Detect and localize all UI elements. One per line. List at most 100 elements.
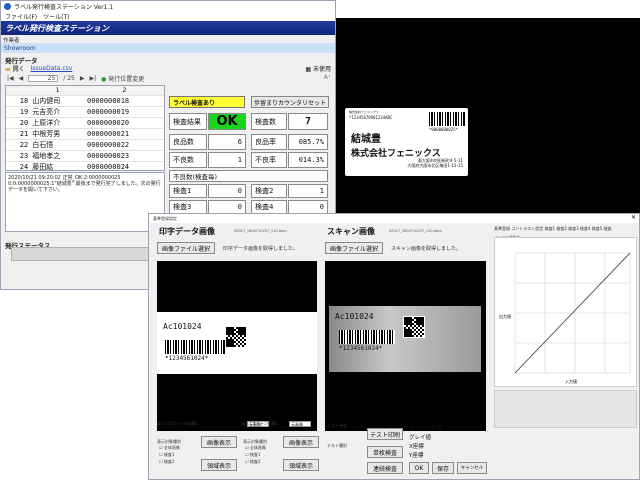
- check1-value: 0: [208, 184, 246, 198]
- graph-params-table[interactable]: [494, 390, 637, 428]
- grid-col-2: 2: [84, 86, 164, 96]
- row-name: 山内健司: [30, 95, 85, 107]
- ok-button[interactable]: OK: [409, 462, 429, 474]
- print-check1-check[interactable]: ☐ 検査1: [159, 452, 174, 458]
- scan-whole-text: 全体画像: [249, 445, 266, 450]
- grid-row[interactable]: 23 福地孝之 0000000023: [6, 150, 164, 162]
- scan-label-code: Ac101024: [335, 312, 374, 321]
- print-area-display-button[interactable]: 領域表示: [201, 459, 237, 471]
- print-image-display-button[interactable]: 画像表示: [201, 436, 237, 448]
- row-number: 22: [14, 139, 31, 151]
- settings-titlebar: 基準登録設定: [149, 214, 639, 223]
- file-name-link[interactable]: IssueData.csv: [31, 65, 73, 72]
- result-ok-badge: OK: [208, 113, 246, 130]
- graph-axis-x: 入力値: [565, 378, 577, 384]
- reset-yield-button[interactable]: 歩留まりカウンタリセット: [251, 96, 329, 108]
- good-label: 良品数: [169, 134, 207, 150]
- menu-file[interactable]: ファイル(F): [5, 12, 37, 21]
- app-banner: ラベル発行検査ステーション: [1, 21, 335, 35]
- change-position-button[interactable]: ● 発行位置変更: [101, 74, 144, 83]
- page-current-input[interactable]: 25: [28, 75, 59, 82]
- page-nav: |◀ ◀ 25 / 25 ▶ ▶| ● 発行位置変更: [1, 74, 335, 83]
- label-barcode: [429, 112, 465, 126]
- grid-row[interactable]: 18 山内健司 0000000018: [6, 95, 164, 107]
- unused-tag: ▦ 未使用: [305, 64, 331, 73]
- tone-curve-graph[interactable]: 入力値 出力値: [494, 237, 637, 387]
- y-coord-label: Y座標: [409, 453, 424, 459]
- good-rate-value: 085.7%: [288, 134, 328, 150]
- graph-tabs[interactable]: 基準登録 コントラスト設定 検査1 検査2 検査3 検査4 検査5 検査: [494, 226, 612, 232]
- tone-curve-svg[interactable]: 入力値 出力値: [495, 238, 638, 388]
- single-check-button[interactable]: 単枚検査: [367, 446, 403, 458]
- row-pointer: [6, 117, 15, 129]
- x-coord-label: X座標: [409, 444, 424, 450]
- print-whole-text: 全体画像: [163, 445, 180, 450]
- gray-value-label: グレイ値: [409, 435, 432, 441]
- scan-image-title: スキャン画像: [327, 227, 375, 236]
- scan-whole-check[interactable]: ☑ 全体画像: [245, 445, 266, 451]
- scan-check2-check[interactable]: ☐ 検査2: [245, 459, 260, 465]
- scan-select-file-button[interactable]: 画像ファイル選択: [325, 242, 383, 254]
- issue-data-grid[interactable]: 1 2 18 山内健司 0000000018 19 元吉亮介 0000000019 20 上原…: [5, 85, 165, 171]
- row-code: 0000000021: [84, 128, 164, 140]
- scan-label-barcode: [339, 330, 395, 344]
- main-window-title: ラベル発行検査ステーション Ver1.1: [14, 4, 114, 11]
- folder-icon: ▬: [5, 65, 11, 73]
- label-company-small: 株式会社フェニックス: [349, 110, 379, 114]
- bad-by-item-label: 不良数(検査毎): [169, 170, 328, 182]
- row-pointer: [6, 128, 15, 140]
- label-name: 結城豊: [351, 134, 381, 145]
- row-code: 0000000020: [84, 117, 164, 129]
- print-check2-text: 検査2: [163, 459, 175, 464]
- count-value: 7: [288, 113, 328, 130]
- row-name: 福地孝之: [30, 150, 85, 162]
- row-name: 白石悟: [30, 139, 85, 151]
- row-pointer: [6, 95, 15, 107]
- page-total: / 25: [63, 75, 75, 82]
- check4-value: 0: [288, 200, 328, 214]
- cancel-button[interactable]: キャンセル: [457, 462, 487, 474]
- app-icon: [4, 3, 11, 10]
- save-button[interactable]: 保存: [432, 462, 454, 474]
- grid-row[interactable]: 24 藤田紘 0000000024: [6, 161, 164, 170]
- row-number: 23: [14, 150, 31, 162]
- grid-row[interactable]: 19 元吉亮介 0000000019: [6, 106, 164, 118]
- settings-window: 基準登録設定 ✕ 印字データ画像 00017_1600710257_110.bm…: [148, 213, 640, 480]
- row-number: 21: [14, 128, 31, 140]
- scan-size-select[interactable]: 元画像: [289, 421, 311, 427]
- change-position-label: 発行位置変更: [108, 76, 145, 83]
- check3-value: 0: [208, 200, 246, 214]
- refresh-icon: ●: [101, 76, 107, 83]
- first-page-icon[interactable]: |◀: [7, 75, 14, 82]
- print-whole-check[interactable]: ☑ 全体画像: [159, 445, 180, 451]
- menu-tools[interactable]: ツール(T): [43, 12, 69, 21]
- print-status-msg: 印字データ画像を取得しました。: [223, 246, 299, 252]
- scan-check1-check[interactable]: ☐ 検査1: [245, 452, 260, 458]
- grid-row[interactable]: 22 白石悟 0000000022: [6, 139, 164, 151]
- continuous-check-button[interactable]: 連続検査: [367, 462, 403, 474]
- last-page-icon[interactable]: ▶|: [89, 75, 96, 82]
- user-field[interactable]: Showroom: [1, 43, 335, 53]
- print-check2-check[interactable]: ☐ 検査2: [159, 459, 174, 465]
- scan-area-display-button[interactable]: 領域表示: [283, 459, 319, 471]
- log-textbox[interactable]: 2020/10/21 09:20:02 正常_OK:2:0000000025 0…: [5, 172, 165, 232]
- check1-label: 検査1: [169, 184, 207, 198]
- print-select-file-button[interactable]: 画像ファイル選択: [157, 242, 215, 254]
- scan-file-name: 00017_1600710257_110.bmp: [389, 229, 442, 233]
- test-print-button[interactable]: テスト印刷: [367, 428, 403, 440]
- test-label: テスト検査: [327, 423, 347, 428]
- grid-row[interactable]: 21 中根芳男 0000000021: [6, 128, 164, 140]
- close-icon[interactable]: ✕: [631, 214, 636, 221]
- row-code: 0000000018: [84, 95, 164, 107]
- open-button[interactable]: ▬ 開く: [5, 64, 25, 73]
- prev-page-icon[interactable]: ◀: [19, 75, 24, 82]
- row-number: 24: [14, 161, 31, 170]
- grid-row[interactable]: 20 上原洋介 0000000020: [6, 117, 164, 129]
- scan-image-display-button[interactable]: 画像表示: [283, 436, 319, 448]
- next-page-icon[interactable]: ▶: [80, 75, 85, 82]
- bad-rate-value: 014.3%: [288, 152, 328, 168]
- settings-window-title: 基準登録設定: [153, 215, 177, 221]
- row-code: 0000000023: [84, 150, 164, 162]
- bad-rate-label: 不良率: [251, 152, 287, 168]
- print-label-qr: [225, 326, 247, 348]
